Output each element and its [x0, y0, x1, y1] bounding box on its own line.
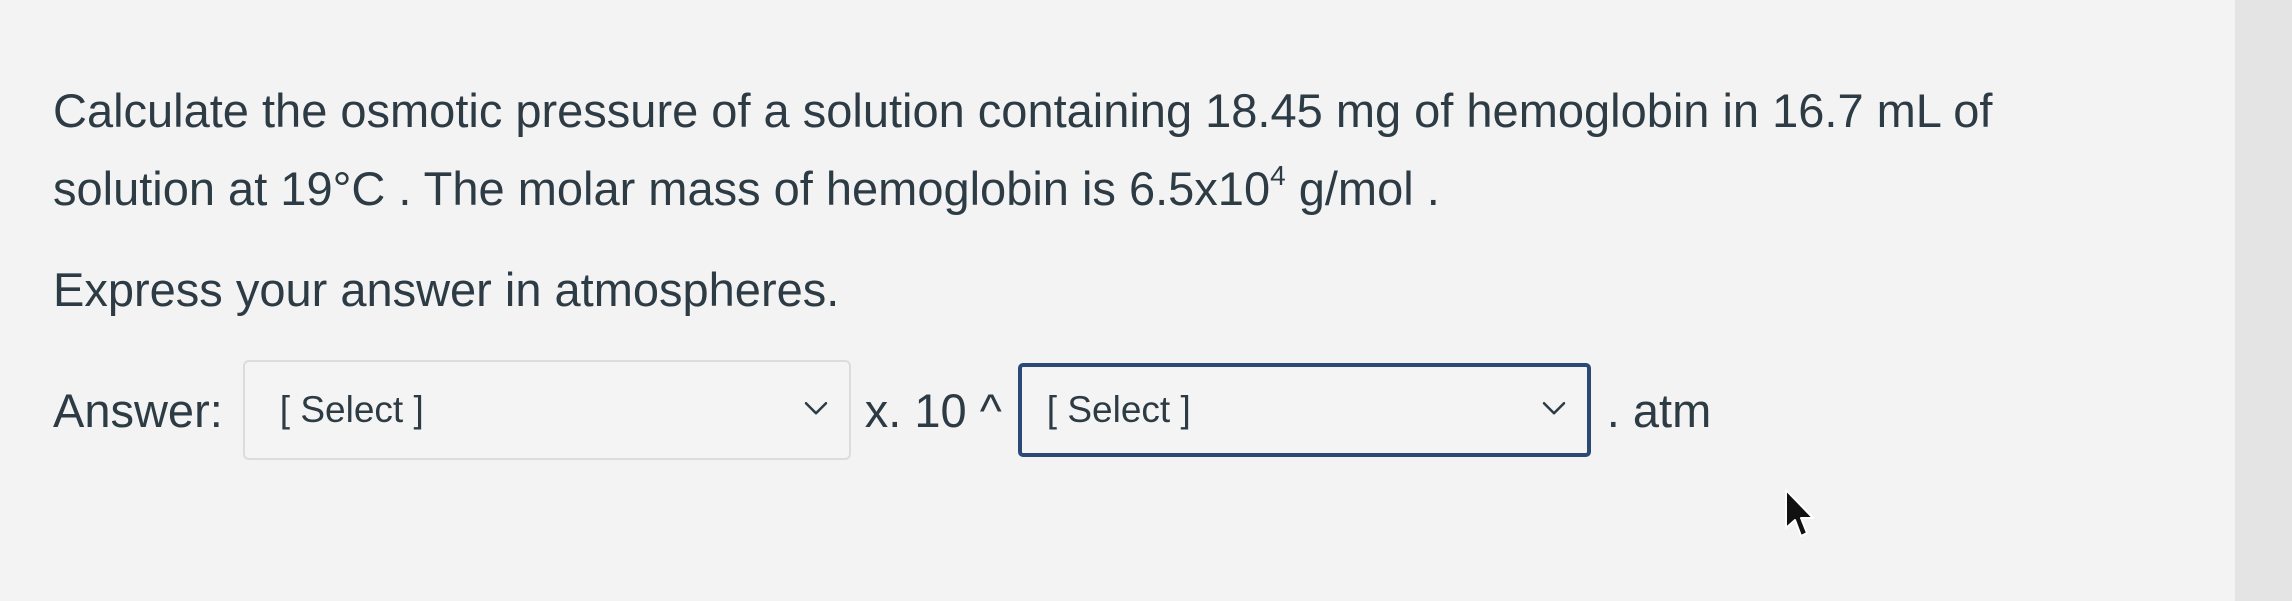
chevron-down-icon: [1542, 401, 1566, 415]
question-panel: Calculate the osmotic pressure of a solu…: [0, 0, 2235, 601]
question-line-2-pre: solution at 19: [53, 162, 333, 215]
answer-label: Answer:: [53, 383, 223, 437]
multiplier-text: x. 10 ^: [864, 383, 1002, 437]
mouse-pointer-icon: [1785, 489, 1814, 537]
unit-text: . atm: [1606, 383, 1712, 437]
question-line-1: Calculate the osmotic pressure of a solu…: [53, 72, 2203, 150]
question-line-2-mid: . The molar mass of hemoglobin is 6.5x10: [385, 162, 1271, 215]
instruction-text: Express your answer in atmospheres.: [53, 263, 840, 316]
question-line-1-text: Calculate the osmotic pressure of a solu…: [53, 84, 1993, 137]
question-line-2-post: g/mol .: [1285, 162, 1440, 215]
temperature-unit: °C: [332, 162, 386, 215]
exponent-select-value: [ Select ]: [1046, 389, 1191, 430]
exponent: 4: [1270, 160, 1286, 191]
mantissa-select-value: [ Select ]: [279, 389, 424, 430]
right-edge-strip: [2235, 0, 2292, 601]
mantissa-select[interactable]: [ Select ]: [242, 360, 851, 460]
answer-row: Answer: [ Select ] x. 10 ^ [ Select ] . …: [53, 355, 1711, 465]
question-line-2: solution at 19°C . The molar mass of hem…: [53, 150, 2203, 228]
question-text: Calculate the osmotic pressure of a solu…: [53, 72, 2203, 228]
chevron-down-icon: [804, 401, 828, 415]
exponent-select[interactable]: [ Select ]: [1017, 363, 1591, 457]
